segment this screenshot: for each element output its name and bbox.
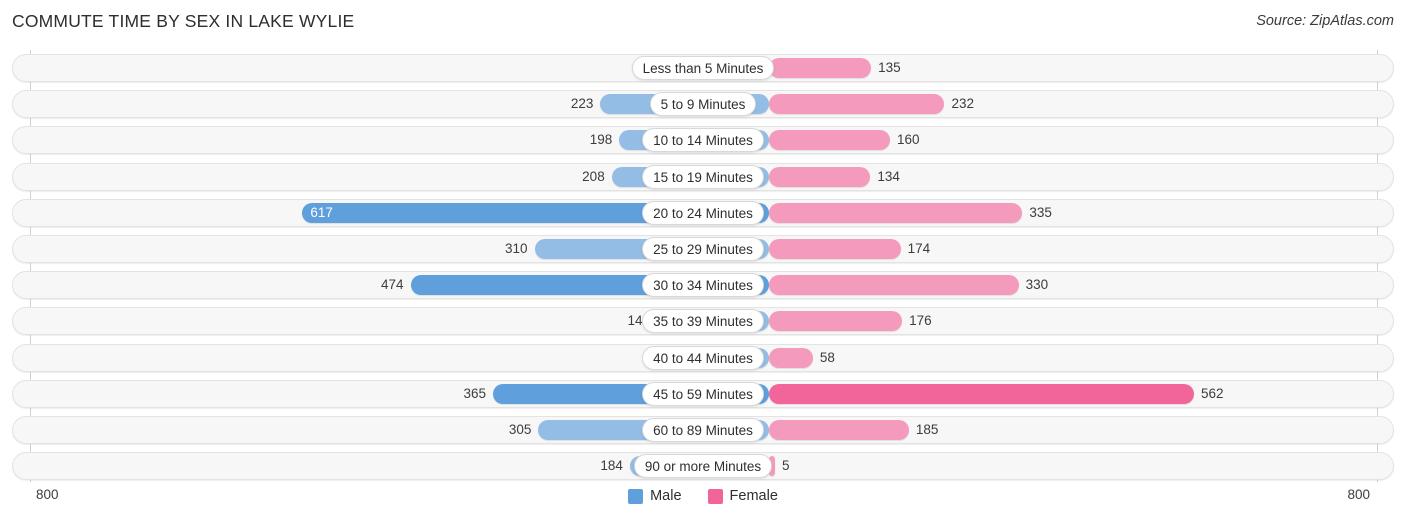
category-label: 90 or more Minutes	[633, 454, 773, 479]
category-label: 30 to 34 Minutes	[642, 273, 764, 298]
value-label-female: 232	[951, 96, 974, 112]
value-label-male: 365	[463, 385, 486, 401]
bar-female[interactable]	[769, 130, 890, 151]
legend-label-male: Male	[650, 488, 682, 504]
value-label-female: 58	[819, 349, 835, 365]
bar-female[interactable]	[769, 420, 909, 440]
table-row: 223 232 5 to 9 Minutes	[12, 90, 1394, 119]
bar-female[interactable]	[769, 311, 903, 332]
value-label-female: 160	[897, 132, 920, 148]
value-label-male: 617	[310, 204, 333, 220]
category-label: 35 to 39 Minutes	[642, 309, 764, 334]
legend-item-male[interactable]: Male	[628, 488, 682, 504]
chart-footer: 800 800 Male Female	[0, 485, 1406, 523]
bar-female[interactable]	[769, 275, 1019, 296]
value-label-female: 185	[915, 422, 939, 437]
value-label-female: 174	[907, 241, 931, 256]
category-label: 60 to 89 Minutes	[642, 418, 764, 442]
table-row: 474 330 30 to 34 Minutes	[12, 271, 1394, 300]
legend-label-female: Female	[729, 488, 778, 504]
legend-item-female[interactable]: Female	[707, 488, 778, 504]
table-row: 198 160 10 to 14 Minutes	[12, 126, 1394, 155]
category-label: Less than 5 Minutes	[631, 56, 775, 80]
value-label-male: 198	[589, 132, 613, 148]
value-label-female: 562	[1201, 385, 1224, 401]
bar-female[interactable]	[769, 347, 813, 368]
value-label-female: 330	[1025, 277, 1049, 293]
table-row: 118135Less than 5 Minutes	[12, 54, 1394, 82]
legend-swatch-male-icon	[628, 488, 644, 504]
category-label: 45 to 59 Minutes	[642, 381, 764, 406]
table-row: 305 185 60 to 89 Minutes	[12, 416, 1394, 444]
value-label-female: 5	[782, 458, 790, 474]
category-label: 15 to 19 Minutes	[642, 164, 764, 189]
table-row: 310 174 25 to 29 Minutes	[12, 235, 1394, 263]
category-label: 40 to 44 Minutes	[642, 345, 764, 370]
page-title: COMMUTE TIME BY SEX IN LAKE WYLIE	[12, 11, 355, 31]
value-label-female: 335	[1029, 204, 1052, 220]
bar-female[interactable]	[769, 383, 1194, 404]
table-row: 208 134 15 to 19 Minutes	[12, 162, 1394, 191]
source-attribution: Source: ZipAtlas.com	[1256, 13, 1394, 29]
chart-plot-area: 118135Less than 5 Minutes2232325 to 9 Mi…	[0, 50, 1406, 485]
category-label: 25 to 29 Minutes	[642, 237, 764, 261]
table-row: 365 562 45 to 59 Minutes	[12, 379, 1394, 408]
table-row: 184 5 90 or more Minutes	[12, 452, 1394, 481]
legend-swatch-female-icon	[707, 488, 723, 504]
table-row: 148 176 35 to 39 Minutes	[12, 307, 1394, 336]
table-row: 825840 to 44 Minutes	[12, 343, 1394, 372]
category-label: 5 to 9 Minutes	[649, 92, 757, 117]
category-label: 10 to 14 Minutes	[642, 128, 764, 153]
value-label-male: 208	[582, 168, 605, 184]
value-label-female: 134	[877, 168, 900, 184]
table-row: 617 335 20 to 24 Minutes	[12, 198, 1394, 227]
value-label-female: 135	[878, 60, 901, 75]
bar-female[interactable]	[769, 166, 871, 187]
value-label-male: 310	[505, 241, 528, 256]
chart-legend: Male Female	[0, 488, 1406, 504]
bar-female[interactable]	[769, 239, 901, 259]
value-label-male: 223	[570, 96, 594, 112]
value-label-female: 176	[909, 313, 932, 329]
value-label-male: 184	[600, 458, 623, 474]
chart-header: COMMUTE TIME BY SEX IN LAKE WYLIE Source…	[0, 0, 1406, 46]
bar-female[interactable]	[769, 94, 945, 115]
value-label-male: 305	[508, 422, 532, 437]
bar-female[interactable]	[769, 202, 1023, 223]
bar-female[interactable]	[769, 58, 872, 78]
value-label-male: 474	[381, 277, 404, 293]
category-label: 20 to 24 Minutes	[642, 200, 764, 225]
